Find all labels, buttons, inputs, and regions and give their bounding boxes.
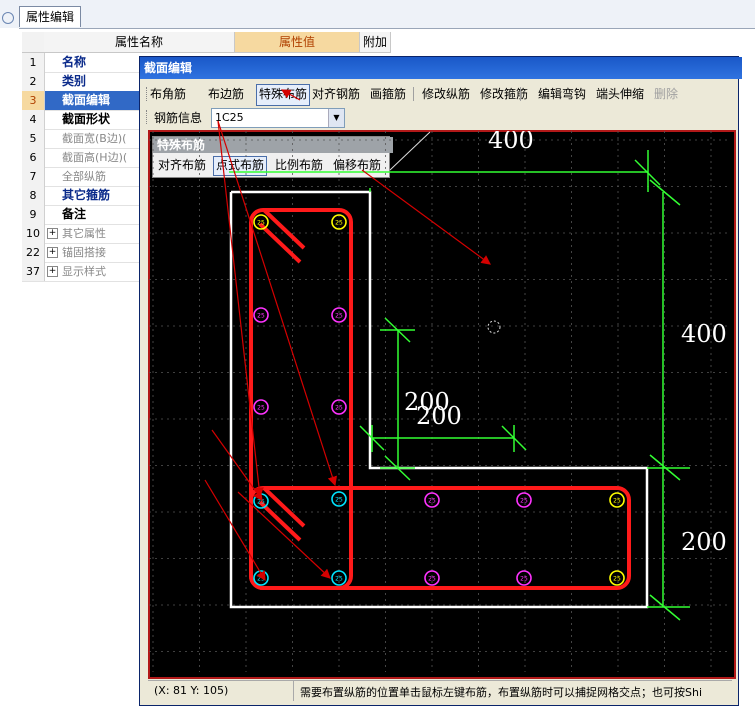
rebar-label: 25	[613, 576, 621, 583]
rebar-label: 25	[335, 220, 343, 227]
rebar-label: 25	[428, 498, 436, 505]
annotation-arrow	[217, 120, 264, 498]
dimension-label: 200	[416, 402, 462, 430]
stirrup-hook	[262, 208, 306, 250]
annotation-arrow	[217, 120, 337, 487]
dimension-tick	[649, 179, 681, 206]
rebar-label: 25	[428, 576, 436, 583]
stirrup-horizontal	[249, 486, 631, 590]
stirrup-vertical	[249, 208, 353, 590]
annotation-arrow	[280, 89, 301, 101]
rebar-label: 25	[257, 405, 265, 412]
rebar-label: 25	[257, 313, 265, 320]
cursor-marker	[487, 320, 501, 334]
rebar-label: 25	[613, 498, 621, 505]
dimension-label: 400	[681, 320, 727, 348]
annotation-arrow	[204, 479, 266, 582]
rebar-label: 25	[335, 405, 343, 412]
stirrup-hook	[258, 500, 302, 542]
stirrup-hook	[258, 222, 302, 264]
annotation-arrow	[211, 429, 263, 501]
annotation-arrow	[361, 169, 491, 265]
leader-line	[389, 131, 431, 171]
stirrup-hook	[262, 486, 306, 528]
drawing-clip-group: 40040020020020025 2525 2525 2525 2525 2525 252…	[149, 126, 731, 672]
rebar-label: 25	[520, 576, 528, 583]
rebar-label: 25	[335, 313, 343, 320]
dimension-label: 400	[488, 126, 534, 154]
dimension-label: 200	[681, 528, 727, 556]
rebar-label: 25	[257, 220, 265, 227]
section-drawing: 40040020020020025 2525 2525 2525 2525 2525 252…	[149, 89, 731, 672]
rebar-label: 25	[520, 498, 528, 505]
rebar-label: 25	[335, 576, 343, 583]
rebar-label: 25	[335, 497, 343, 504]
